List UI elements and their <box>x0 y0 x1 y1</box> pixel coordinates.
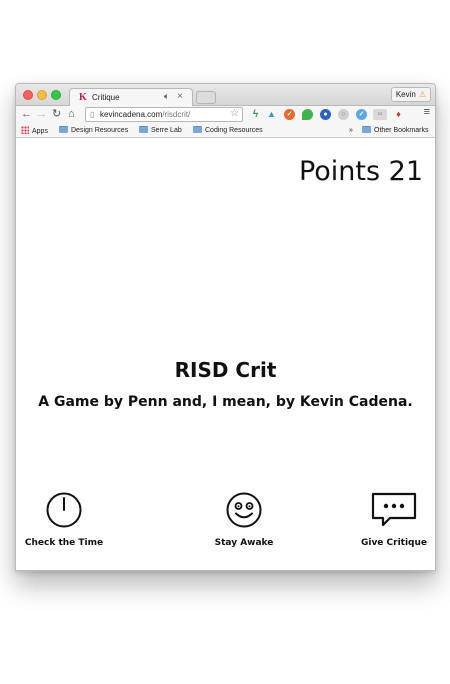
bookmark-label: Coding Resources <box>205 127 263 134</box>
url-path: /risdcrit/ <box>162 110 191 119</box>
check-the-time-button[interactable]: Check the Time <box>16 491 119 548</box>
page-content: Points 21 RISD Crit A Game by Penn and, … <box>16 139 435 570</box>
close-window-button[interactable] <box>23 90 33 100</box>
address-bar[interactable]: ▯ kevincadena.com/risdcrit/ ☆ <box>85 107 243 122</box>
points-counter: Points 21 <box>298 156 423 187</box>
bookmark-coding-resources[interactable]: Coding Resources <box>193 126 263 136</box>
action-label: Stay Awake <box>214 538 274 548</box>
extension-lightning-icon[interactable]: ϟ <box>250 109 261 120</box>
page-icon: ▯ <box>90 110 95 119</box>
url-host: kevincadena.com <box>100 110 163 119</box>
game-title: RISD Crit <box>174 358 277 382</box>
maximize-window-button[interactable] <box>51 90 61 100</box>
action-label: Check the Time <box>24 538 104 548</box>
stay-awake-button[interactable]: Stay Awake <box>189 491 299 548</box>
close-tab-icon[interactable]: × <box>177 91 183 102</box>
bookmark-serre-lab[interactable]: Serre Lab <box>139 126 182 136</box>
extension-orange-icon[interactable]: ✓ <box>284 109 295 120</box>
back-arrow-icon[interactable]: ← <box>21 107 32 121</box>
forward-arrow-icon[interactable]: → <box>36 107 47 121</box>
home-icon[interactable]: ⌂ <box>68 107 75 121</box>
bookmark-apps[interactable]: Apps <box>21 126 48 137</box>
browser-toolbar: ← → ↻ ⌂ ▯ kevincadena.com/risdcrit/ ☆ ϟ … <box>16 106 435 124</box>
folder-icon <box>59 126 68 133</box>
bookmarks-bar: Apps Design Resources Serre Lab Coding R… <box>16 124 435 138</box>
apps-grid-icon <box>21 126 29 134</box>
bookmark-label: Apps <box>32 128 48 135</box>
bookmark-star-icon[interactable]: ☆ <box>230 107 239 120</box>
tab-critique[interactable]: K Critique 🔈︎ × <box>69 88 193 107</box>
clock-icon <box>46 492 82 528</box>
new-tab-button[interactable] <box>196 91 216 104</box>
give-critique-button[interactable]: Give Critique <box>339 491 435 548</box>
extension-grey-circle-icon[interactable]: ○ <box>338 109 349 120</box>
speech-bubble-icon <box>371 492 417 527</box>
extension-red-blue-icon[interactable]: ♦ <box>393 109 404 120</box>
bookmark-label: Other Bookmarks <box>374 127 429 134</box>
extension-drive-icon[interactable]: ▲ <box>266 109 277 120</box>
bookmark-design-resources[interactable]: Design Resources <box>59 126 128 136</box>
warning-icon: ⚠ <box>418 90 426 99</box>
action-label: Give Critique <box>360 538 428 548</box>
extension-blue-check-icon[interactable]: ✓ <box>356 109 367 120</box>
url-text: kevincadena.com/risdcrit/ <box>100 108 190 121</box>
bookmark-label: Serre Lab <box>151 127 182 134</box>
bookmarks-overflow-icon[interactable]: » <box>349 126 353 136</box>
browser-window: K Critique 🔈︎ × Kevin ⚠ ← → ↻ ⌂ ▯ kevinca… <box>15 83 436 571</box>
profile-button[interactable]: Kevin ⚠ <box>390 87 431 102</box>
game-subtitle: A Game by Penn and, I mean, by Kevin Cad… <box>38 394 413 410</box>
title-bar: K Critique 🔈︎ × Kevin ⚠ <box>16 84 435 107</box>
browser-menu-icon[interactable]: ≡ <box>424 106 430 118</box>
kevin-cadena-favicon-icon: K <box>79 92 87 103</box>
folder-icon <box>193 126 202 133</box>
smiley-icon <box>226 492 262 528</box>
profile-name: Kevin <box>395 90 416 99</box>
speaker-icon[interactable]: 🔈︎ <box>164 91 169 102</box>
tab-title: Critique <box>92 93 120 102</box>
bookmark-other-bookmarks[interactable]: Other Bookmarks <box>362 126 428 136</box>
bookmark-label: Design Resources <box>71 127 129 134</box>
extension-grey-box-icon[interactable]: ▭ <box>373 109 387 120</box>
extension-blue-badge-icon[interactable]: ● <box>320 109 331 120</box>
folder-icon <box>362 126 371 133</box>
minimize-window-button[interactable] <box>37 90 47 100</box>
extension-green-pin-icon[interactable] <box>302 109 313 120</box>
reload-icon[interactable]: ↻ <box>52 107 61 121</box>
folder-icon <box>139 126 148 133</box>
